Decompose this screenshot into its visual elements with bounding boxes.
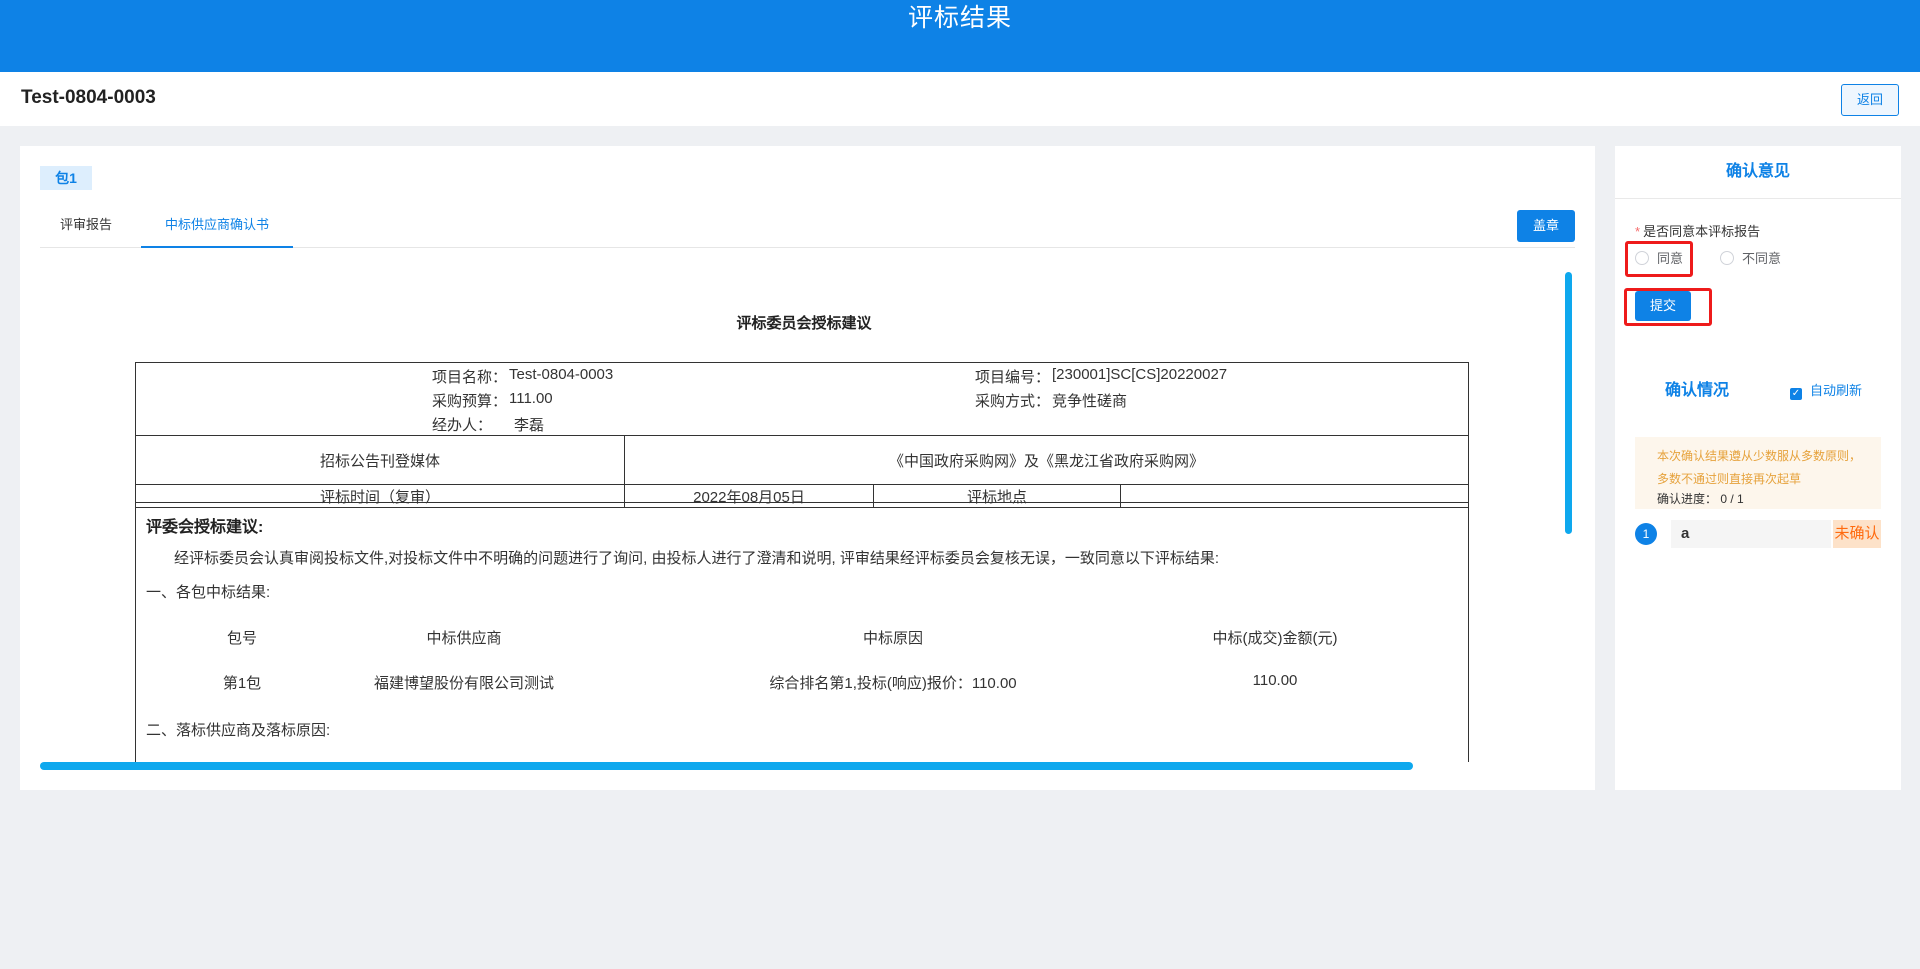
project-id: Test-0804-0003 <box>21 87 156 108</box>
notice-box: 本次确认结果遵从少数服从多数原则，多数不通过则直接再次起草 确认进度： 0 / … <box>1635 437 1881 509</box>
method-label: 采购方式： <box>975 393 1051 410</box>
document-viewer: 评标委员会授标建议 项目名称： Test-0804-0003 项目编号： [23… <box>20 248 1560 762</box>
back-button[interactable]: 返回 <box>1841 84 1899 116</box>
confirm-status-title: 确认情况 <box>1665 382 1730 399</box>
top-header: 评标结果 <box>0 0 1920 72</box>
package-tag[interactable]: 包1 <box>40 166 92 190</box>
radio-circle-icon <box>1720 251 1734 265</box>
radio-disagree[interactable]: 不同意 <box>1720 248 1781 267</box>
required-mark: * <box>1635 224 1641 239</box>
member-row: 1 a 未确认 <box>1635 520 1881 548</box>
cell-supplier: 福建博望股份有限公司测试 <box>373 675 555 692</box>
project-no-label: 项目编号： <box>975 369 1051 386</box>
section-results-heading: 一、各包中标结果: <box>146 584 271 601</box>
budget-value: 111.00 <box>509 390 553 407</box>
document-title: 评标委员会授标建议 <box>736 315 872 332</box>
project-name-value: Test-0804-0003 <box>509 366 614 383</box>
highlight-agree-box <box>1625 241 1693 277</box>
suggestion-text: 经评标委员会认真审阅投标文件,对投标文件中不明确的问题进行了询问, 由投标人进行… <box>174 550 1220 567</box>
progress-value: 0 / 1 <box>1720 492 1744 506</box>
col-package: 包号 <box>226 630 258 647</box>
tab-review-report[interactable]: 评审报告 <box>60 210 112 246</box>
horizontal-scrollbar[interactable] <box>40 762 1413 770</box>
highlight-submit-box <box>1624 288 1712 326</box>
progress: 确认进度： 0 / 1 <box>1657 490 1744 507</box>
handler-value: 李磊 <box>514 417 545 434</box>
media-value: 《中国政府采购网》及《黑龙江省政府采购网》 <box>624 435 1469 485</box>
award-suggestion-box: 评委会授标建议: 经评标委员会认真审阅投标文件,对投标文件中不明确的问题进行了询… <box>135 502 1469 762</box>
stamp-button[interactable]: 盖章 <box>1517 210 1575 242</box>
handler-label: 经办人： <box>432 417 493 434</box>
media-label: 招标公告刊登媒体 <box>135 435 625 485</box>
auto-refresh-label: 自动刷新 <box>1810 383 1863 398</box>
section-losers-heading: 二、落标供应商及落标原因: <box>146 722 331 739</box>
cell-amount: 110.00 <box>1252 672 1298 689</box>
sub-header: Test-0804-0003 返回 <box>0 72 1920 126</box>
tab-winner-confirmation[interactable]: 中标供应商确认书 <box>141 210 293 248</box>
page-title: 评标结果 <box>907 4 1012 32</box>
cell-reason: 综合排名第1,投标(响应)报价：110.00 <box>769 675 1017 692</box>
member-name: a <box>1671 520 1831 548</box>
budget-label: 采购预算： <box>432 393 508 410</box>
col-supplier: 中标供应商 <box>426 630 502 647</box>
col-amount: 中标(成交)金额(元) <box>1212 630 1338 647</box>
progress-label: 确认进度： <box>1657 492 1718 506</box>
vertical-scrollbar[interactable] <box>1565 272 1572 534</box>
agree-question-text: 是否同意本评标报告 <box>1643 224 1761 239</box>
project-name-label: 项目名称： <box>432 369 508 386</box>
suggestion-heading: 评委会授标建议: <box>146 519 264 536</box>
project-info-table: 项目名称： Test-0804-0003 项目编号： [230001]SC[CS… <box>135 362 1469 508</box>
project-no-value: [230001]SC[CS]20220027 <box>1052 366 1228 383</box>
confirm-panel: 确认意见 * 是否同意本评标报告 同意 不同意 提交 确认情况 ✓ 自动刷新 本次确… <box>1615 146 1901 790</box>
check-icon: ✓ <box>1790 388 1802 400</box>
auto-refresh-checkbox[interactable]: ✓ 自动刷新 <box>1790 380 1862 400</box>
confirm-opinion-title: 确认意见 <box>1615 146 1901 199</box>
report-panel: 包1 评审报告 中标供应商确认书 盖章 评标委员会授标建议 项目名称： Test… <box>20 146 1595 790</box>
report-tabs: 评审报告 中标供应商确认书 <box>40 210 1575 248</box>
agree-question: * 是否同意本评标报告 <box>1635 221 1760 240</box>
cell-package: 第1包 <box>222 675 262 692</box>
member-status-badge: 未确认 <box>1833 520 1881 548</box>
member-index-badge: 1 <box>1635 523 1657 545</box>
method-value: 竞争性磋商 <box>1052 393 1128 410</box>
col-reason: 中标原因 <box>862 630 924 647</box>
notice-text: 本次确认结果遵从少数服从多数原则，多数不通过则直接再次起草 <box>1657 449 1862 486</box>
radio-disagree-label: 不同意 <box>1742 251 1782 266</box>
